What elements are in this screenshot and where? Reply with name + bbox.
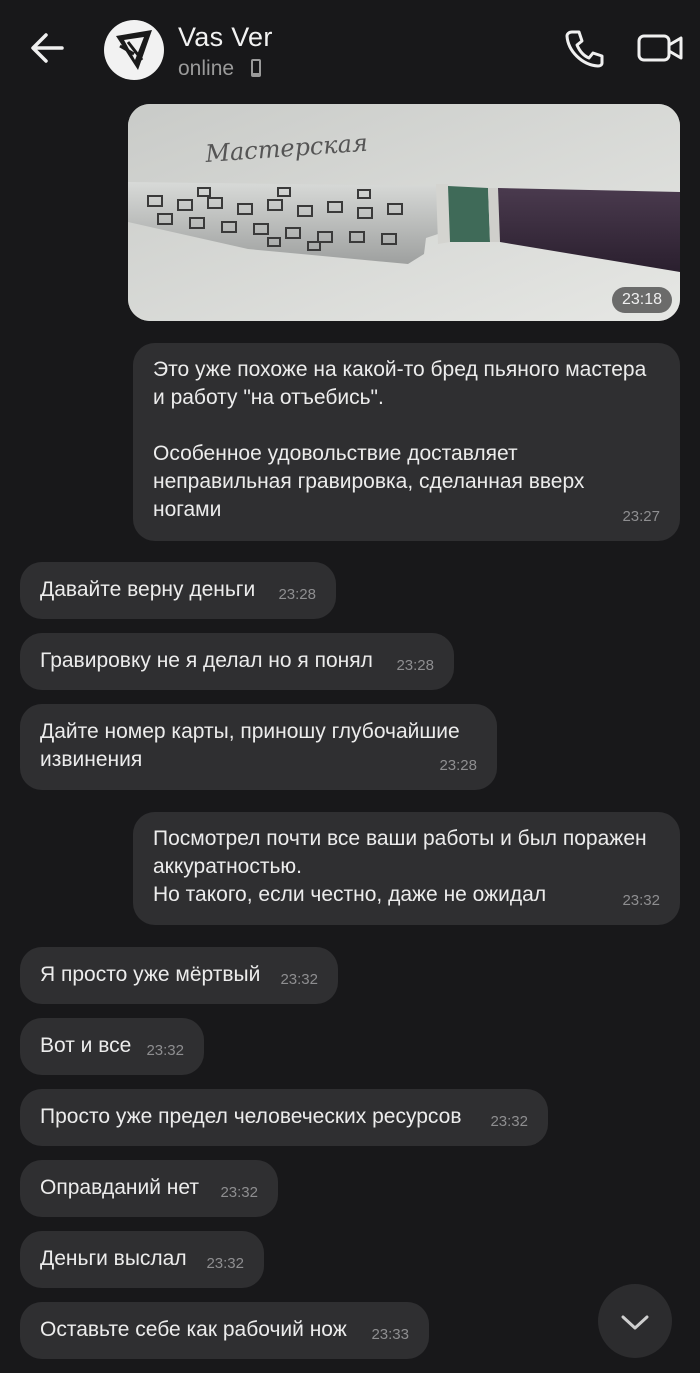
- message-text: Дайте номер карты, приношу глубочайшие и…: [40, 720, 460, 771]
- contact-name[interactable]: Vas Ver: [178, 22, 273, 53]
- message-text: Оставьте себе как рабочий нож: [40, 1318, 347, 1341]
- message-time: 23:32: [280, 971, 318, 988]
- scroll-to-bottom-button[interactable]: [598, 1284, 672, 1358]
- message-text: Я просто уже мёртвый: [40, 963, 261, 986]
- incoming-message[interactable]: Гравировку не я делал но я понял 23:28: [20, 633, 454, 690]
- incoming-message[interactable]: Оставьте себе как рабочий нож 23:33: [20, 1302, 429, 1359]
- outgoing-message[interactable]: Посмотрел почти все ваши работы и был по…: [133, 812, 680, 925]
- incoming-message[interactable]: Оправданий нет 23:32: [20, 1160, 278, 1217]
- photo-message[interactable]: Мастерская 23:18: [128, 104, 680, 321]
- message-text: Просто уже предел человеческих ресурсов: [40, 1105, 462, 1128]
- incoming-message[interactable]: Деньги выслал 23:32: [20, 1231, 264, 1288]
- message-time: 23:32: [146, 1042, 184, 1059]
- incoming-message[interactable]: Дайте номер карты, приношу глубочайшие и…: [20, 704, 497, 790]
- avatar[interactable]: [104, 20, 164, 80]
- incoming-message[interactable]: Просто уже предел человеческих ресурсов …: [20, 1089, 548, 1146]
- incoming-message[interactable]: Я просто уже мёртвый 23:32: [20, 947, 338, 1004]
- video-camera-icon: [637, 34, 683, 62]
- message-time: 23:28: [396, 657, 434, 674]
- message-text: Давайте верну деньги: [40, 578, 256, 601]
- call-button[interactable]: [562, 26, 606, 70]
- brand-logo-icon: [116, 30, 152, 70]
- message-time: 23:32: [490, 1113, 528, 1130]
- contact-status: online: [178, 57, 235, 80]
- incoming-message[interactable]: Вот и все 23:32: [20, 1018, 204, 1075]
- message-time: 23:33: [371, 1326, 409, 1343]
- message-time: 23:32: [622, 892, 660, 909]
- mobile-device-icon: [251, 59, 261, 77]
- chevron-down-icon: [621, 1315, 649, 1330]
- knife-photo: Мастерская: [128, 104, 680, 321]
- chat-header: Vas Ver online: [0, 0, 700, 96]
- incoming-message[interactable]: Давайте верну деньги 23:28: [20, 562, 336, 619]
- message-time: 23:28: [439, 757, 477, 774]
- arrow-left-icon: [31, 33, 64, 63]
- outgoing-message[interactable]: Это уже похоже на какой-то бред пьяного …: [133, 343, 680, 541]
- message-time: 23:28: [278, 586, 316, 603]
- message-time: 23:27: [622, 508, 660, 525]
- message-text: Гравировку не я делал но я понял: [40, 649, 373, 672]
- back-button[interactable]: [26, 28, 70, 68]
- message-time: 23:32: [220, 1184, 258, 1201]
- photo-timestamp: 23:18: [611, 287, 672, 313]
- message-text: Это уже похоже на какой-то бред пьяного …: [153, 358, 647, 521]
- message-time: 23:32: [206, 1255, 244, 1272]
- phone-icon: [565, 30, 604, 68]
- message-text: Посмотрел почти все ваши работы и был по…: [153, 827, 647, 906]
- video-call-button[interactable]: [636, 28, 684, 68]
